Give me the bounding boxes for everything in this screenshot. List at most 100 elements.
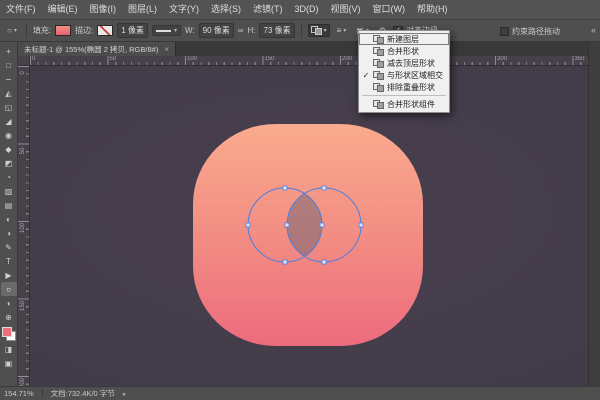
options-bar: ○ ▾ 填充: 描边: 1 像素 ▾ W: 90 像素 ∞ H: 73 像素 ▾… <box>0 20 600 42</box>
menubar-item[interactable]: 文字(Y) <box>163 0 205 19</box>
fill-label: 填充: <box>33 25 51 36</box>
lasso-tool[interactable]: ∽ <box>1 72 17 86</box>
dodge-tool[interactable]: ◑ <box>1 226 17 240</box>
path-alignment-icon: ≡ <box>337 26 342 35</box>
zoom-level-field[interactable]: 154.71% <box>4 389 34 398</box>
stroke-swatch[interactable] <box>97 25 113 36</box>
hand-tool[interactable]: ◖ <box>1 296 17 310</box>
ruler-label: 200 <box>342 56 352 62</box>
healing-brush-tool[interactable]: ◉ <box>1 128 17 142</box>
intersection-lens <box>287 194 322 257</box>
menu-item-label: 新建图层 <box>387 34 419 45</box>
clone-stamp-tool[interactable]: ◩ <box>1 156 17 170</box>
horizontal-ruler[interactable]: 050100150200250300350 <box>30 56 588 66</box>
menubar-item[interactable]: 图层(L) <box>122 0 163 19</box>
menu-item-label: 合并形状 <box>387 46 419 57</box>
divider <box>26 24 27 38</box>
ruler-label: 50 <box>110 56 117 62</box>
screen-mode-button[interactable]: ▣ <box>1 356 17 370</box>
menubar-item[interactable]: 帮助(H) <box>411 0 454 19</box>
menu-item-label: 减去顶层形状 <box>387 58 435 69</box>
menubar-item[interactable]: 文件(F) <box>0 0 42 19</box>
ruler-label: 0 <box>32 56 35 62</box>
document-tab-bar: 未标题-1 @ 155%(椭圆 2 拷贝, RGB/8#) × <box>18 42 600 56</box>
ruler-label: 150 <box>265 56 275 62</box>
shape-op-icon <box>373 71 384 80</box>
path-ops-menu-item[interactable]: 排除重叠形状 <box>359 81 449 93</box>
ellipse-paths[interactable] <box>244 184 366 268</box>
menubar-item[interactable]: 图像(I) <box>84 0 123 19</box>
menubar-item[interactable]: 编辑(E) <box>42 0 84 19</box>
path-ops-menu-item[interactable]: 新建图层 <box>359 33 449 45</box>
ruler-label: 0 <box>20 66 26 81</box>
menu-item-label: 排除重叠形状 <box>387 82 435 93</box>
constrain-checkbox[interactable] <box>500 27 509 36</box>
stroke-width-field[interactable]: 1 像素 <box>117 23 148 38</box>
width-label: W: <box>185 26 195 35</box>
zoom-tool[interactable]: ⊕ <box>1 310 17 324</box>
path-operations-button[interactable]: ▾ <box>308 24 330 37</box>
type-tool[interactable]: T <box>1 254 17 268</box>
marquee-tool[interactable]: □ <box>1 58 17 72</box>
link-dimensions-icon[interactable]: ∞ <box>238 26 244 35</box>
eraser-tool[interactable]: ▨ <box>1 184 17 198</box>
path-ops-menu-item[interactable]: 减去顶层形状 <box>359 57 449 69</box>
menubar-item[interactable]: 选择(S) <box>205 0 247 19</box>
tool-preset-button[interactable]: ○ ▾ <box>4 24 20 37</box>
ruler-label: 300 <box>497 56 507 62</box>
constrain-path-option[interactable]: 约束路径拖动 <box>500 20 560 42</box>
shape-op-icon <box>373 35 384 44</box>
pen-tool[interactable]: ✎ <box>1 240 17 254</box>
path-selection-tool[interactable]: ▶ <box>1 268 17 282</box>
ruler-origin-corner[interactable] <box>18 56 30 66</box>
height-field[interactable]: 73 像素 <box>259 23 294 38</box>
gradient-tool[interactable]: ▤ <box>1 198 17 212</box>
crop-tool[interactable]: ◱ <box>1 100 17 114</box>
foreground-color-swatch[interactable] <box>2 327 12 337</box>
tools-panel: +□∽◭◱◢◉◆◩◔▨▤◐◑✎T▶○◖⊕ ◨ ▣ <box>0 42 18 386</box>
close-icon[interactable]: × <box>164 45 169 54</box>
document-size-info: 文档:732.4K/0 字节 <box>51 388 115 399</box>
blur-tool[interactable]: ◐ <box>1 212 17 226</box>
dropdown-arrow-icon: ▾ <box>174 27 177 34</box>
menubar-item[interactable]: 视图(V) <box>325 0 367 19</box>
shape-op-icon <box>373 59 384 68</box>
canvas[interactable] <box>30 66 588 386</box>
path-ops-menu-item[interactable]: ✓与形状区域相交 <box>359 69 449 81</box>
ruler-label: 200 <box>20 375 26 386</box>
status-options-arrow-icon[interactable]: ▸ <box>123 390 127 398</box>
ruler-label: 100 <box>187 56 197 62</box>
menubar-item[interactable]: 滤镜(T) <box>247 0 289 19</box>
path-ops-menu-item[interactable]: 合并形状组件 <box>359 98 449 110</box>
stroke-style-select[interactable]: ▾ <box>152 25 181 36</box>
eyedropper-tool[interactable]: ◢ <box>1 114 17 128</box>
shape-tool[interactable]: ○ <box>1 282 17 296</box>
panel-dock-strip[interactable] <box>588 42 600 386</box>
menubar-item[interactable]: 3D(D) <box>289 0 325 19</box>
document-title: 未标题-1 @ 155%(椭圆 2 拷贝, RGB/8#) <box>24 44 158 55</box>
path-alignment-button[interactable]: ≡ ▾ <box>334 24 350 37</box>
history-brush-tool[interactable]: ◔ <box>1 170 17 184</box>
document-tab[interactable]: 未标题-1 @ 155%(椭圆 2 拷贝, RGB/8#) × <box>18 42 176 56</box>
menubar-item[interactable]: 窗口(W) <box>367 0 412 19</box>
dropdown-arrow-icon: ▾ <box>343 27 346 34</box>
move-tool[interactable]: + <box>1 44 17 58</box>
tool-list: +□∽◭◱◢◉◆◩◔▨▤◐◑✎T▶○◖⊕ <box>1 44 17 324</box>
vertical-ruler[interactable]: 050100150200 <box>18 66 30 386</box>
status-bar: 154.71% 文档:732.4K/0 字节 ▸ <box>0 386 600 400</box>
color-swatches[interactable] <box>1 326 17 342</box>
shape-op-icon <box>373 47 384 56</box>
dropdown-arrow-icon: ▾ <box>324 27 327 34</box>
ruler-label: 50 <box>20 143 26 159</box>
brush-tool[interactable]: ◆ <box>1 142 17 156</box>
path-ops-menu-item[interactable]: 合并形状 <box>359 45 449 57</box>
menu-item-label: 合并形状组件 <box>387 99 435 110</box>
divider <box>42 389 43 398</box>
collapse-panels-icon[interactable]: « <box>591 25 596 35</box>
menu-item-label: 与形状区域相交 <box>387 70 443 81</box>
quick-mask-button[interactable]: ◨ <box>1 342 17 356</box>
fill-swatch[interactable] <box>55 25 71 36</box>
quick-selection-tool[interactable]: ◭ <box>1 86 17 100</box>
path-operations-icon <box>311 26 322 35</box>
width-field[interactable]: 90 像素 <box>199 23 234 38</box>
